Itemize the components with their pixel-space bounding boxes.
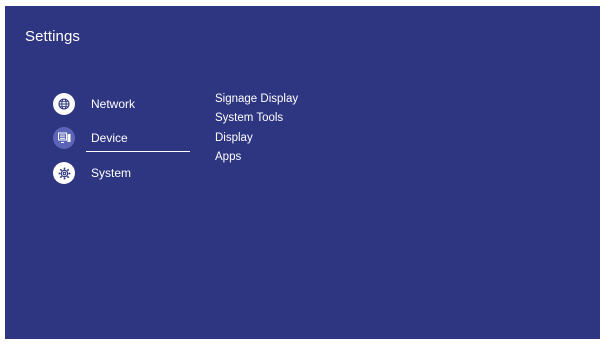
submenu-item-system-tools[interactable]: System Tools <box>215 112 283 124</box>
sidebar-item-device[interactable]: Device <box>53 125 193 151</box>
sidebar-item-label: Network <box>91 97 136 111</box>
sidebar-item-label: System <box>91 166 132 180</box>
settings-screen: Settings Network Device System Signage D… <box>5 6 600 339</box>
device-icon <box>53 127 75 149</box>
submenu-item-display[interactable]: Display <box>215 132 253 144</box>
submenu-item-apps[interactable]: Apps <box>215 151 241 163</box>
gear-icon <box>53 162 75 184</box>
sidebar-item-label: Device <box>91 131 128 145</box>
sidebar-item-system[interactable]: System <box>53 160 193 186</box>
sidebar-item-network[interactable]: Network <box>53 91 193 117</box>
page-title: Settings <box>25 28 80 45</box>
submenu-item-signage-display[interactable]: Signage Display <box>215 93 298 105</box>
selection-underline <box>86 151 190 152</box>
globe-icon <box>53 93 75 115</box>
